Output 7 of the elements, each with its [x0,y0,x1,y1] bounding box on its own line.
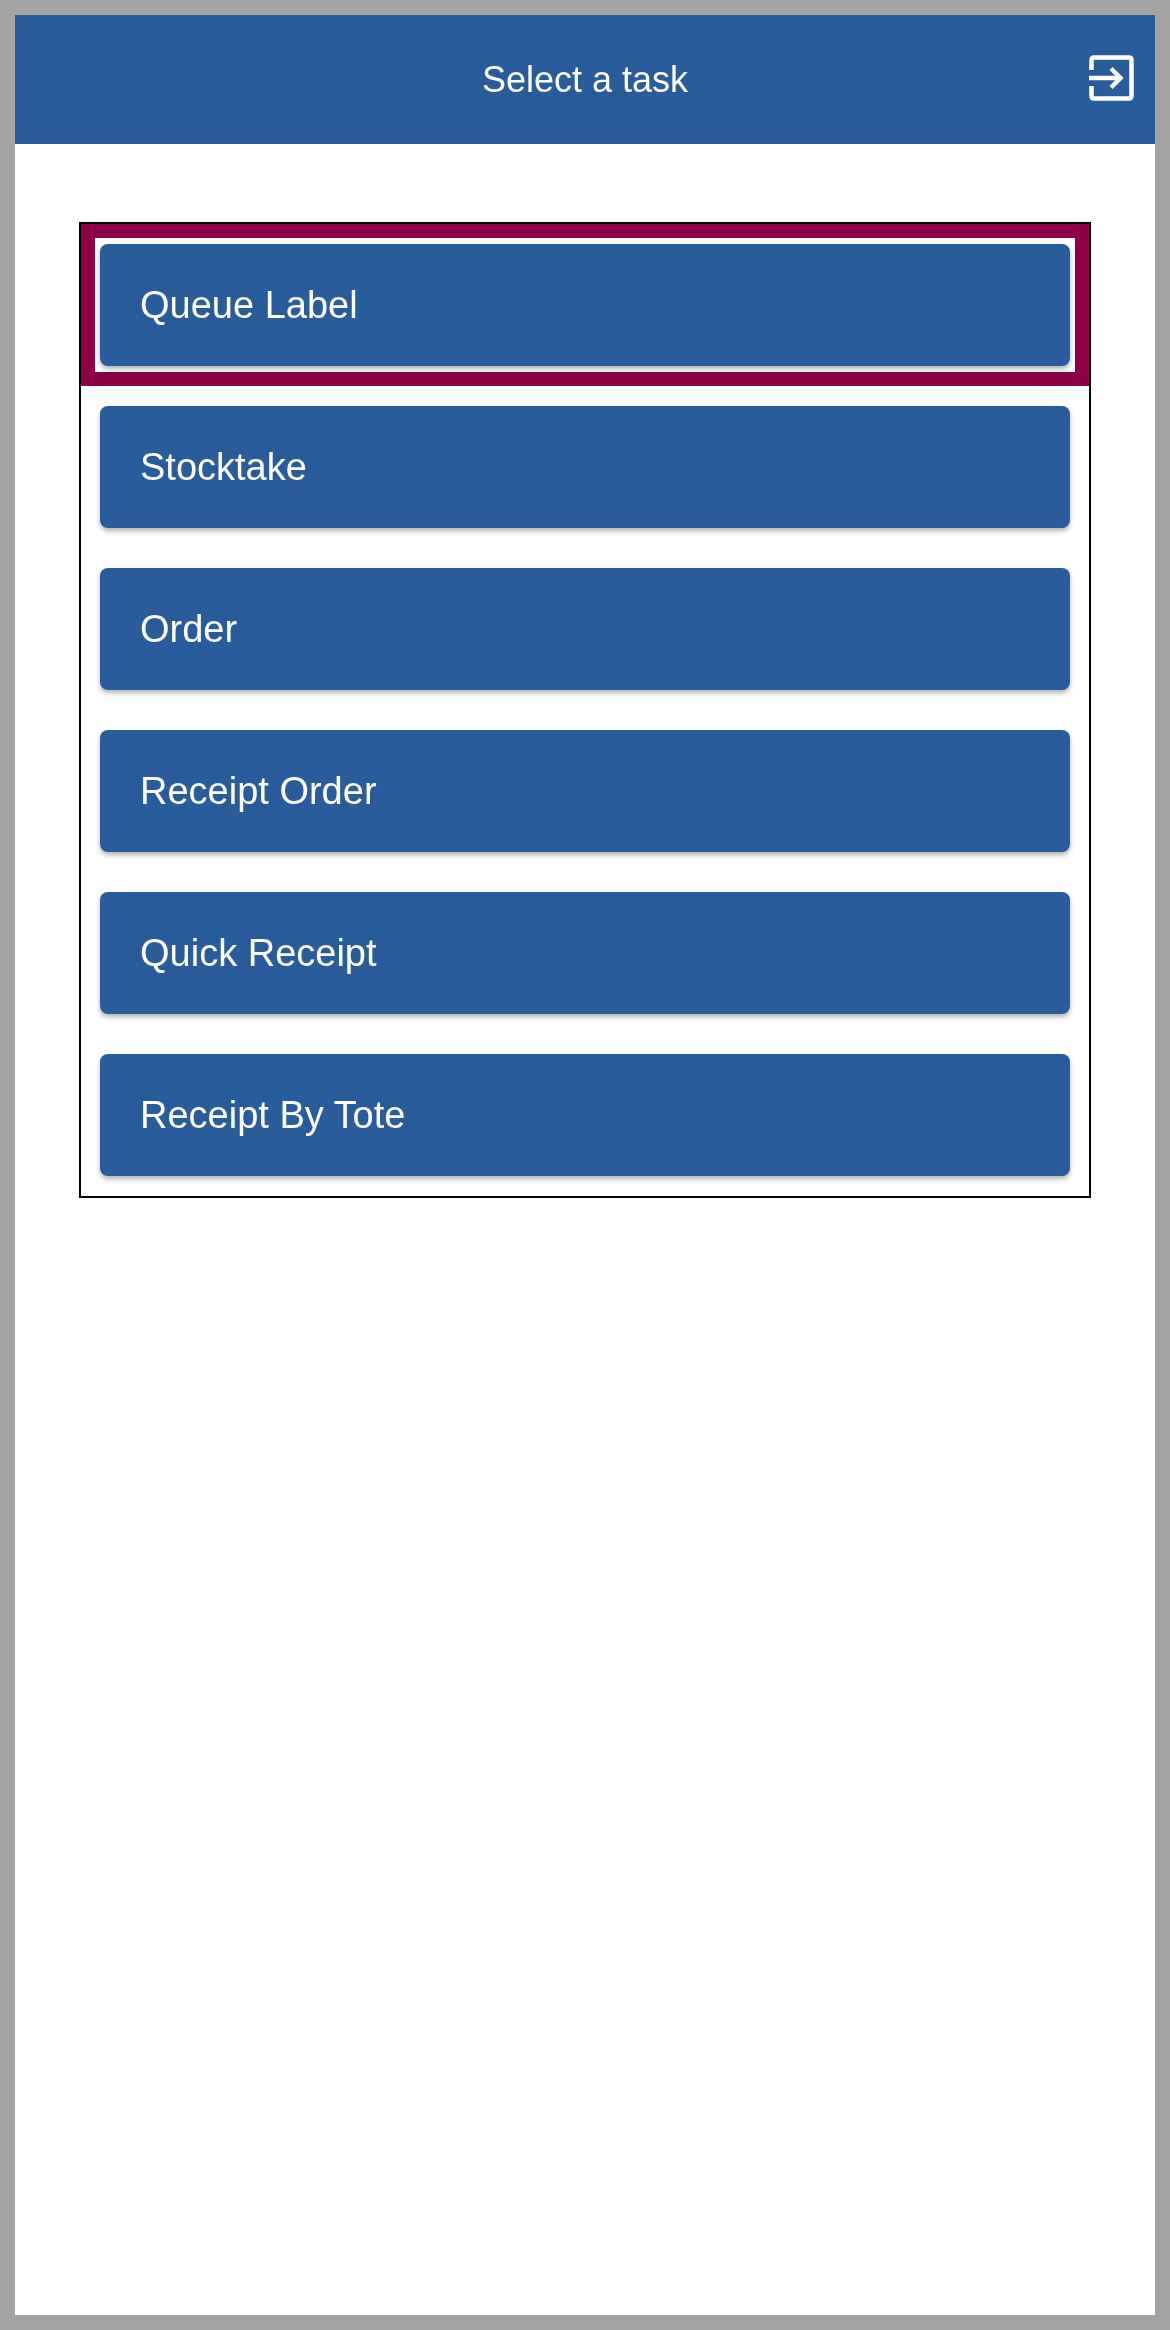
task-button[interactable]: Queue Label [100,244,1070,366]
task-button[interactable]: Quick Receipt [100,892,1070,1014]
task-button[interactable]: Receipt Order [100,730,1070,852]
header-title: Select a task [481,58,689,101]
task-button[interactable]: Order [100,568,1070,690]
task-button[interactable]: Receipt By Tote [100,1054,1070,1176]
task-button[interactable]: Stocktake [100,406,1070,528]
